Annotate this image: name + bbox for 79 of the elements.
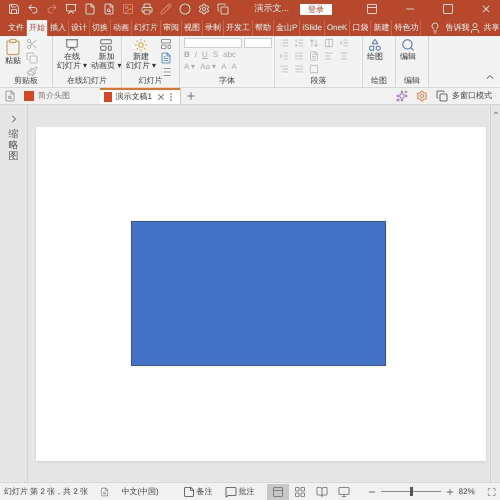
presentation-file-icon [24,91,34,101]
multi-window-button[interactable]: 多窗口模式 [436,90,492,102]
undo-icon[interactable] [27,3,39,15]
gear-icon[interactable] [416,90,428,102]
normal-view-icon [272,486,284,498]
slide-icon [99,38,114,52]
paragraph-format-icon[interactable] [309,38,319,48]
redo-icon[interactable] [46,3,58,15]
login-button[interactable]: 登录 [300,4,332,14]
presentation-icon[interactable] [65,3,77,15]
shapes-icon [368,38,382,52]
fit-to-window-icon[interactable] [486,486,496,498]
copy-icon[interactable] [217,3,229,15]
language-label: 中文(中国) [121,486,159,498]
view-button[interactable] [266,484,289,500]
save-icon[interactable] [8,3,20,15]
group-label: 编辑 [403,76,421,87]
scroll-up-icon[interactable] [492,109,500,117]
clipboard-icon [4,38,22,56]
slide-count: 幻灯片 第 2 张，共 2 张 [4,486,88,498]
new-slide-icon [134,38,148,52]
share-button[interactable]: 共享 [483,22,500,34]
thumbnail-label: 缩略图 [8,129,18,162]
paragraph-format-icon[interactable] [309,64,319,74]
maximize-icon[interactable] [442,3,454,15]
sorter-view-icon [294,486,306,498]
slide-button[interactable]: 新加 动画页 ▾ [91,38,121,70]
file-search-icon[interactable] [103,3,115,15]
font-name-field[interactable] [184,38,242,48]
notes-button[interactable]: 备注 [182,486,213,498]
layout-icon[interactable] [160,38,172,50]
group-label: 段落 [310,76,328,87]
scissors-icon[interactable] [26,38,38,50]
ribbon-display-icon[interactable] [366,3,378,15]
paragraph-format-icon[interactable] [294,38,304,48]
comments-button[interactable]: 批注 [224,486,255,498]
editing-button[interactable]: 编辑 [400,38,416,61]
presentation-file-icon [104,92,112,102]
close-icon [156,92,166,102]
zoom-level: 82% [458,486,475,498]
add-icon[interactable] [185,90,197,102]
group-label: 幻灯片 [138,76,164,87]
group-label: 在线幻灯片 [66,76,108,87]
image-icon[interactable] [122,3,134,15]
pencil-icon[interactable] [160,3,172,15]
show-view-icon [338,486,350,498]
zoom-in-icon[interactable] [444,486,455,496]
slide-button[interactable]: 在线 幻灯片 ▾ [57,38,88,70]
tell-me-button[interactable]: 告诉我 [445,22,470,34]
sparkle-icon[interactable] [396,90,408,102]
comment-icon [224,486,237,498]
paragraph-format-icon[interactable] [324,38,334,48]
ribbon-tab[interactable]: 开始 [27,20,48,36]
search-icon [401,38,415,52]
group-label: 字体 [218,76,236,87]
paste-button[interactable]: 粘贴 [4,38,22,65]
circle-icon[interactable] [179,3,191,15]
document-tab[interactable]: 演示文稿1 [100,88,180,104]
paragraph-format-icon[interactable] [309,51,319,61]
drawing-button[interactable]: 绘图 [367,38,383,61]
file-icon[interactable] [84,3,96,15]
font-size-field[interactable] [244,38,272,48]
lightbulb-icon [429,22,442,34]
presentation-icon [65,38,80,52]
reading-view-icon [316,486,328,498]
new-slide-button[interactable]: 新建 幻灯片 ▾ [126,38,156,70]
close-icon[interactable] [480,3,492,15]
group-label: 剪贴板 [13,76,39,87]
window-title: 演示文... [254,2,289,16]
document-tab[interactable]: 简介头图 [20,88,100,104]
group-label: 绘图 [370,76,388,87]
person-icon [469,22,482,34]
paragraph-format-icon[interactable] [339,38,349,48]
format-painter-icon[interactable] [26,66,38,76]
printer-icon[interactable] [141,3,153,15]
zoom-thumb[interactable] [410,487,413,496]
note-icon [182,486,195,498]
paragraph-format-icon[interactable] [279,51,289,61]
windows-icon [436,90,448,102]
